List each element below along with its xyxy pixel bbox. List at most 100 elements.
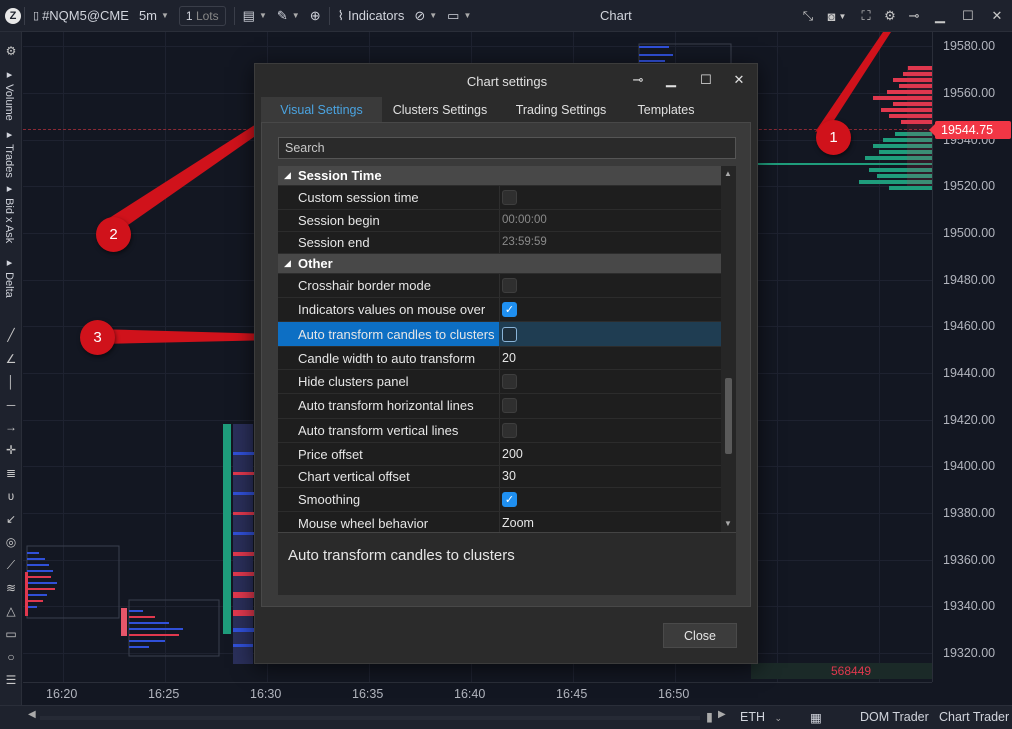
current-price-badge: 19544.75 xyxy=(929,121,1011,139)
scroll-up-icon[interactable]: ▲ xyxy=(724,169,732,178)
chevron-down-icon: ▼ xyxy=(161,11,169,20)
hide-clusters-panel-checkbox[interactable] xyxy=(502,374,517,389)
angle-tool[interactable]: ∠ xyxy=(2,350,20,368)
divider xyxy=(499,232,500,253)
ruler-tool[interactable]: ⟋ xyxy=(2,556,20,574)
close-button[interactable]: Close xyxy=(663,623,737,648)
horizontal-line-tool[interactable]: ─ xyxy=(2,396,20,414)
setting-label: Candle width to auto transform xyxy=(298,351,476,366)
checkmark-icon: ✓ xyxy=(504,494,515,506)
panel-label: Delta xyxy=(3,272,15,298)
arrow-tool[interactable]: → xyxy=(2,418,20,436)
settings-button[interactable]: ⚙ xyxy=(878,0,902,32)
price-offset-field[interactable]: 200 xyxy=(502,447,523,461)
scroll-handle-icon[interactable]: ▮ xyxy=(706,709,713,724)
auto-transform-vertical-checkbox[interactable] xyxy=(502,423,517,438)
mouse-wheel-select[interactable]: Zoom xyxy=(502,516,534,530)
chat-button[interactable]: ▤ ▼ xyxy=(238,0,272,32)
triangle-tool[interactable]: △ xyxy=(2,602,20,620)
dom-trader-button[interactable]: DOM Trader xyxy=(860,710,929,724)
tab-visual-settings[interactable]: Visual Settings xyxy=(261,97,382,124)
category-other[interactable]: ◢ Other xyxy=(278,254,721,274)
horizontal-scrollbar[interactable] xyxy=(40,716,700,720)
pattern-tool[interactable]: ≋ xyxy=(2,579,20,597)
custom-session-time-checkbox[interactable] xyxy=(502,190,517,205)
trend-line-tool[interactable]: ╱ xyxy=(2,326,20,344)
zoom-button[interactable]: ⊕ xyxy=(305,0,326,32)
description-text: Auto transform candles to clusters xyxy=(288,547,515,564)
dialog-minimize-button[interactable]: ▁ xyxy=(659,69,683,91)
indicators-values-checkbox[interactable]: ✓ xyxy=(502,302,517,317)
lines-tool[interactable]: ≣ xyxy=(2,464,20,482)
price-axis[interactable]: 19580.00 19560.00 19540.00 19520.00 1950… xyxy=(929,32,1012,682)
panel-toggle-bidask[interactable]: ▸ Bid x Ask xyxy=(3,182,16,243)
pin-button[interactable]: ⊸ xyxy=(902,0,926,32)
fullscreen-button[interactable]: ⛶ xyxy=(854,0,878,32)
scroll-down-icon[interactable]: ▼ xyxy=(724,519,732,528)
session-end-field[interactable]: 23:59:59 xyxy=(502,236,547,248)
panel-toggle-delta[interactable]: ▸ Delta xyxy=(3,256,16,298)
scroll-left-icon[interactable]: ◀ xyxy=(28,709,36,720)
setting-row: Session begin 00:00:00 xyxy=(278,210,721,232)
settings-scrollbar[interactable]: ▲ ▼ xyxy=(721,166,736,532)
lots-field[interactable]: 1 Lots xyxy=(174,0,231,32)
draw-tool-button[interactable]: ✎ ▼ xyxy=(272,0,305,32)
target-icon: ◎ xyxy=(5,535,17,549)
search-input[interactable] xyxy=(278,137,736,159)
cross-tool[interactable]: ✛ xyxy=(2,441,20,459)
auto-transform-candles-checkbox[interactable] xyxy=(502,327,517,342)
chart-vertical-offset-field[interactable]: 30 xyxy=(502,469,516,483)
gear-icon: ⚙ xyxy=(884,8,896,23)
indicators-button[interactable]: ⌇ Indicators xyxy=(333,0,410,32)
scroll-right-icon[interactable]: ▶ xyxy=(718,709,726,720)
list-tool[interactable]: ☰ xyxy=(2,671,20,689)
curve-icon: ʋ xyxy=(7,489,15,503)
bottom-bar: ◀ ▮ ▶ ETH ⌄ ▦ DOM Trader Chart Trader xyxy=(0,705,1012,729)
target-tool[interactable]: ◎ xyxy=(2,533,20,551)
dialog-maximize-button[interactable]: ☐ xyxy=(694,69,718,91)
chart-trader-button[interactable]: Chart Trader xyxy=(939,710,1009,724)
dialog-pin-button[interactable]: ⊸ xyxy=(626,69,650,91)
dialog-close-button[interactable]: ✕ xyxy=(727,69,751,91)
crosshair-border-mode-checkbox[interactable] xyxy=(502,278,517,293)
maximize-button[interactable]: ☐ xyxy=(954,0,982,32)
category-session-time[interactable]: ◢ Session Time xyxy=(278,166,721,186)
auto-transform-horizontal-checkbox[interactable] xyxy=(502,398,517,413)
vertical-line-tool[interactable]: │ xyxy=(2,373,20,391)
settings-grid: ◢ Session Time Custom session time Sessi… xyxy=(278,166,721,532)
ray-tool[interactable]: ↙ xyxy=(2,510,20,528)
session-selector[interactable]: ETH ⌄ xyxy=(740,710,782,724)
collapse-button[interactable]: ⤡ xyxy=(796,0,820,32)
settings-tool[interactable]: ⚙ xyxy=(2,42,20,60)
layout-button[interactable]: ▭ ▼ xyxy=(442,0,476,32)
panel-toggle-trades[interactable]: ▸ Trades xyxy=(3,128,16,178)
app-logo-icon: Z xyxy=(5,7,21,24)
smoothing-checkbox[interactable]: ✓ xyxy=(502,492,517,507)
panel-toggle-volume[interactable]: ▸ Volume xyxy=(3,68,16,121)
timeframe-selector[interactable]: 5m ▼ xyxy=(134,0,174,32)
circle-tool[interactable]: ○ xyxy=(2,648,20,666)
candle-width-field[interactable]: 20 xyxy=(502,351,516,365)
tab-clusters-settings[interactable]: Clusters Settings xyxy=(387,97,493,124)
curve-tool[interactable]: ʋ xyxy=(2,487,20,505)
time-axis[interactable]: 16:20 16:25 16:30 16:35 16:40 16:45 16:5… xyxy=(23,682,932,705)
scroll-thumb[interactable] xyxy=(725,378,732,454)
collapse-icon: ◢ xyxy=(284,258,291,268)
tab-templates[interactable]: Templates xyxy=(631,97,701,124)
tab-trading-settings[interactable]: Trading Settings xyxy=(509,97,613,124)
line-icon: ╱ xyxy=(7,328,15,342)
symbol-selector[interactable]: ▯ #NQM5@CME xyxy=(28,0,134,32)
indicators-icon: ⌇ xyxy=(337,7,344,23)
minimize-button[interactable]: ▁ xyxy=(926,0,954,32)
session-begin-field[interactable]: 00:00:00 xyxy=(502,214,547,226)
crosshair-button[interactable]: ⊘ ▼ xyxy=(409,0,442,32)
screenshot-button[interactable]: ◙ ▼ xyxy=(820,0,854,32)
close-window-button[interactable]: ✕ xyxy=(982,0,1012,32)
rectangle-tool[interactable]: ▭ xyxy=(2,625,20,643)
description-panel: Auto transform candles to clusters xyxy=(278,532,736,595)
price-label: 19380.00 xyxy=(943,506,996,520)
calendar-button[interactable]: ▦ xyxy=(810,710,822,725)
setting-row-selected: Auto transform candles to clusters xyxy=(278,322,721,347)
setting-label: Hide clusters panel xyxy=(298,374,409,389)
divider xyxy=(328,6,330,25)
